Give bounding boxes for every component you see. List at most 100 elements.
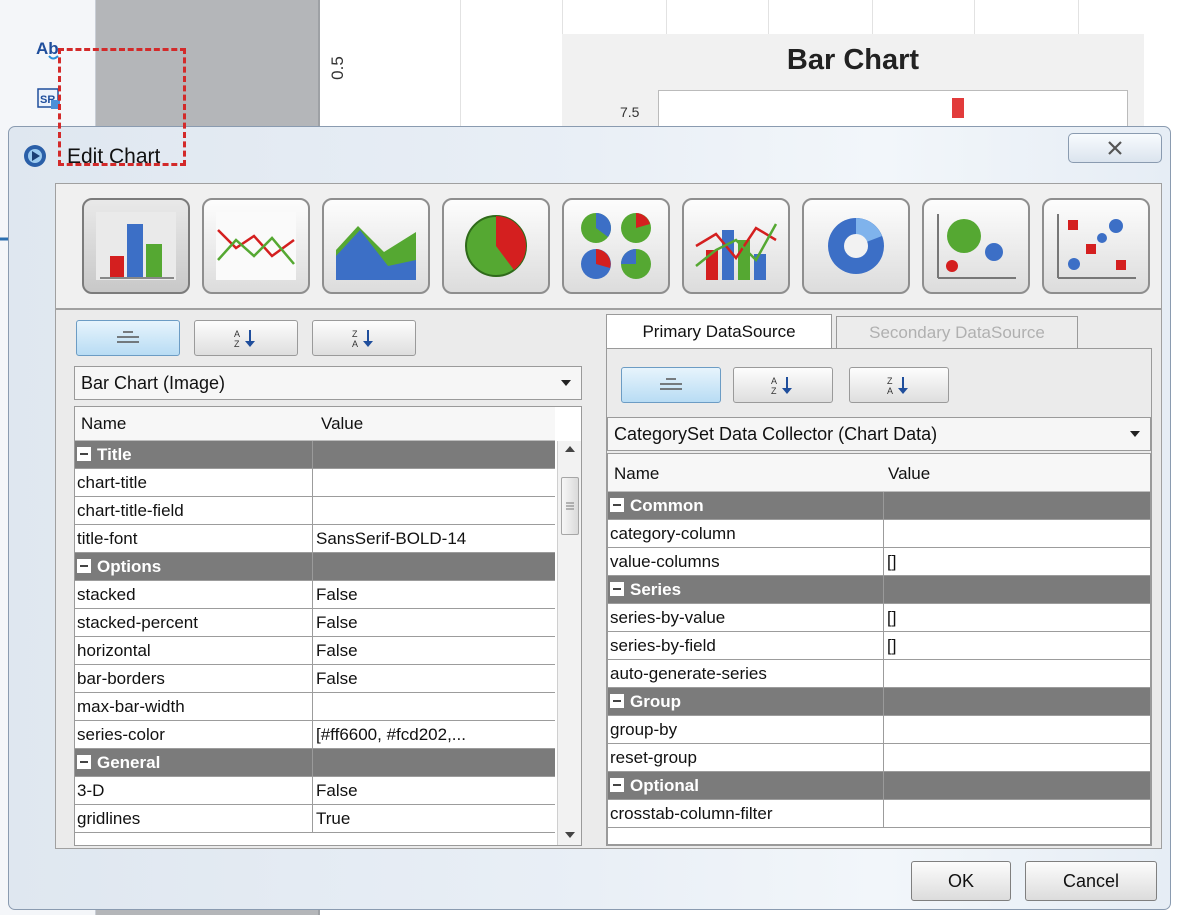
sort-az-icon: A Z: [771, 376, 792, 396]
chart-type-bar-button[interactable]: [82, 198, 190, 294]
property-group-row[interactable]: Common: [608, 492, 1150, 520]
chart-properties-panel: A Z Z A Bar Chart (Image) Name Value Tit…: [70, 310, 582, 848]
sort-ascending-button[interactable]: A Z: [194, 320, 298, 356]
property-value[interactable]: [314, 497, 555, 524]
scroll-down-icon[interactable]: [565, 831, 575, 839]
scrollbar-thumb[interactable]: [561, 477, 579, 535]
property-row[interactable]: reset-group: [608, 744, 1150, 772]
group-label: Options: [97, 557, 162, 576]
property-value[interactable]: [885, 800, 1150, 827]
property-row[interactable]: title-font SansSerif-BOLD-14: [75, 525, 555, 553]
property-value[interactable]: SansSerif-BOLD-14: [314, 525, 555, 552]
text-format-icon[interactable]: Ab: [34, 34, 64, 64]
property-row[interactable]: horizontal False: [75, 637, 555, 665]
tab-secondary-datasource[interactable]: Secondary DataSource: [836, 316, 1078, 348]
chart-type-select[interactable]: Bar Chart (Image): [74, 366, 582, 400]
ok-button[interactable]: OK: [911, 861, 1011, 901]
datasource-categorized-view-button[interactable]: [621, 367, 721, 403]
property-value[interactable]: []: [885, 604, 1150, 631]
chart-type-toolbar: [55, 183, 1162, 309]
collapse-icon[interactable]: [610, 582, 624, 596]
property-value[interactable]: [314, 469, 555, 496]
property-value[interactable]: False: [314, 665, 555, 692]
property-grid-scrollbar[interactable]: [557, 441, 581, 845]
property-row[interactable]: stacked-percent False: [75, 609, 555, 637]
datasource-property-grid: Name Value Common category-column value-co…: [607, 453, 1151, 845]
property-row[interactable]: stacked False: [75, 581, 555, 609]
collapse-icon[interactable]: [77, 447, 91, 461]
property-row[interactable]: category-column: [608, 520, 1150, 548]
property-group-row[interactable]: Group: [608, 688, 1150, 716]
property-row[interactable]: gridlines True: [75, 805, 555, 833]
chart-type-area-button[interactable]: [322, 198, 430, 294]
chart-type-line-button[interactable]: [202, 198, 310, 294]
chart-type-scatter-button[interactable]: [1042, 198, 1150, 294]
sort-za-icon: Z A: [887, 376, 908, 396]
datasource-sort-descending-button[interactable]: Z A: [849, 367, 949, 403]
svg-text:Ab: Ab: [36, 39, 59, 58]
property-value[interactable]: False: [314, 609, 555, 636]
property-group-row[interactable]: Series: [608, 576, 1150, 604]
chart-type-ring-button[interactable]: [802, 198, 910, 294]
datasource-grid-header: Name Value: [608, 454, 1150, 492]
group-value-cell: [314, 553, 555, 580]
property-row[interactable]: series-by-field[]: [608, 632, 1150, 660]
property-value[interactable]: True: [314, 805, 555, 832]
property-value[interactable]: [885, 744, 1150, 771]
property-value[interactable]: [885, 716, 1150, 743]
close-button[interactable]: [1068, 133, 1162, 163]
collapse-icon[interactable]: [77, 559, 91, 573]
property-row[interactable]: series-color [#ff6600, #fcd202,...: [75, 721, 555, 749]
cancel-button[interactable]: Cancel: [1025, 861, 1157, 901]
property-value[interactable]: [885, 520, 1150, 547]
property-value[interactable]: False: [314, 637, 555, 664]
collapse-icon[interactable]: [610, 778, 624, 792]
chart-type-pie-button[interactable]: [442, 198, 550, 294]
collapse-icon[interactable]: [610, 498, 624, 512]
property-row[interactable]: group-by: [608, 716, 1150, 744]
property-row[interactable]: bar-borders False: [75, 665, 555, 693]
chart-type-bubble-button[interactable]: [922, 198, 1030, 294]
dialog-titlebar[interactable]: Edit Chart: [9, 127, 1170, 179]
property-group-row[interactable]: Options: [75, 553, 555, 581]
group-value-cell: [885, 576, 1150, 603]
property-row[interactable]: chart-title: [75, 469, 555, 497]
property-row[interactable]: chart-title-field: [75, 497, 555, 525]
sub-report-icon[interactable]: SR: [34, 84, 64, 114]
property-group-row[interactable]: Title: [75, 441, 555, 469]
property-group-row[interactable]: Optional: [608, 772, 1150, 800]
datasource-sort-ascending-button[interactable]: A Z: [733, 367, 833, 403]
categorized-view-button[interactable]: [76, 320, 180, 356]
property-row[interactable]: value-columns[]: [608, 548, 1150, 576]
property-row[interactable]: series-by-value[]: [608, 604, 1150, 632]
property-value[interactable]: False: [314, 581, 555, 608]
tab-primary-datasource[interactable]: Primary DataSource: [606, 314, 832, 348]
sort-descending-button[interactable]: Z A: [312, 320, 416, 356]
chart-preview-bar: [952, 98, 964, 118]
chart-type-bar-line-button[interactable]: [682, 198, 790, 294]
property-value[interactable]: False: [314, 777, 555, 804]
chevron-down-icon: [1130, 431, 1140, 437]
property-value[interactable]: [#ff6600, #fcd202,...: [314, 721, 555, 748]
data-collector-select[interactable]: CategorySet Data Collector (Chart Data): [607, 417, 1151, 451]
chart-type-multi-pie-button[interactable]: [562, 198, 670, 294]
property-row[interactable]: max-bar-width: [75, 693, 555, 721]
property-group-row[interactable]: General: [75, 749, 555, 777]
property-value[interactable]: []: [885, 632, 1150, 659]
property-value[interactable]: [885, 660, 1150, 687]
property-value[interactable]: [314, 693, 555, 720]
property-row[interactable]: 3-D False: [75, 777, 555, 805]
scatter-chart-icon: [1057, 214, 1136, 279]
collapse-icon[interactable]: [77, 755, 91, 769]
collapse-icon[interactable]: [610, 694, 624, 708]
property-value[interactable]: []: [885, 548, 1150, 575]
group-label: Common: [630, 496, 704, 515]
property-row[interactable]: auto-generate-series: [608, 660, 1150, 688]
chart-preview[interactable]: Bar Chart 7.5: [562, 34, 1144, 150]
chart-type-select-value: Bar Chart (Image): [81, 372, 226, 393]
property-row[interactable]: crosstab-column-filter: [608, 800, 1150, 828]
svg-text:A: A: [887, 386, 893, 396]
chart-preview-y-tick: 7.5: [620, 104, 640, 120]
group-value-cell: [885, 492, 1150, 519]
scroll-up-icon[interactable]: [565, 445, 575, 453]
